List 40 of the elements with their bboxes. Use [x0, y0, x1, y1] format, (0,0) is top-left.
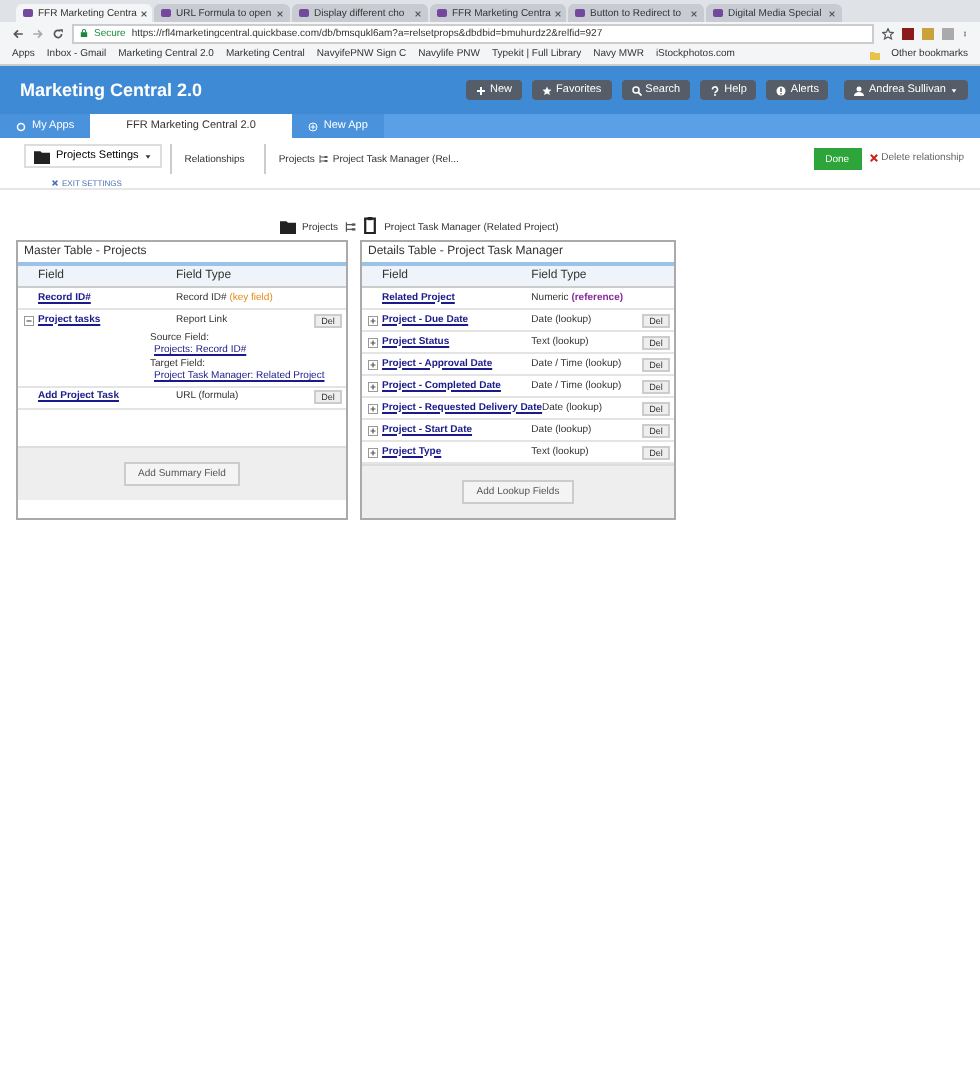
expand-icon[interactable]: [368, 359, 378, 369]
expand-icon[interactable]: [368, 337, 378, 347]
clipboard-icon: [362, 216, 379, 234]
close-icon[interactable]: [414, 9, 422, 17]
star-icon[interactable]: [882, 27, 894, 39]
plus-circle-icon: [307, 121, 318, 131]
star-icon: [542, 85, 553, 95]
close-icon[interactable]: [690, 9, 698, 17]
app-icon: [22, 8, 34, 18]
help-icon: [710, 85, 721, 95]
close-icon[interactable]: [140, 9, 149, 17]
lock-icon: [80, 28, 88, 38]
app-icon: [712, 8, 724, 18]
close-icon: [52, 180, 58, 186]
folder-icon: [869, 49, 880, 59]
app-title: Marketing Central 2.0: [20, 80, 205, 100]
app-icon: [160, 8, 172, 18]
user-icon: [854, 85, 865, 95]
search-icon: [631, 85, 642, 95]
folder-icon: [280, 218, 296, 234]
expand-icon[interactable]: [368, 425, 378, 435]
close-icon[interactable]: [554, 9, 563, 17]
expand-icon[interactable]: [368, 381, 378, 391]
caret-icon: [950, 87, 958, 93]
app-icon: [298, 8, 310, 18]
close-icon: [869, 154, 878, 162]
relationship-icon: [344, 220, 357, 234]
expand-icon[interactable]: [368, 315, 378, 325]
reload-icon[interactable]: [52, 27, 64, 39]
relationship-icon: [318, 154, 329, 164]
plus-icon: [476, 85, 487, 95]
close-icon[interactable]: [276, 9, 284, 17]
expand-icon[interactable]: [368, 447, 378, 457]
alert-icon: [776, 85, 787, 95]
back-icon[interactable]: [12, 27, 24, 39]
collapse-icon[interactable]: [24, 315, 34, 325]
close-icon[interactable]: [828, 9, 836, 17]
app-icon: [574, 8, 586, 18]
app-icon: [436, 8, 448, 18]
expand-icon[interactable]: [368, 403, 378, 413]
